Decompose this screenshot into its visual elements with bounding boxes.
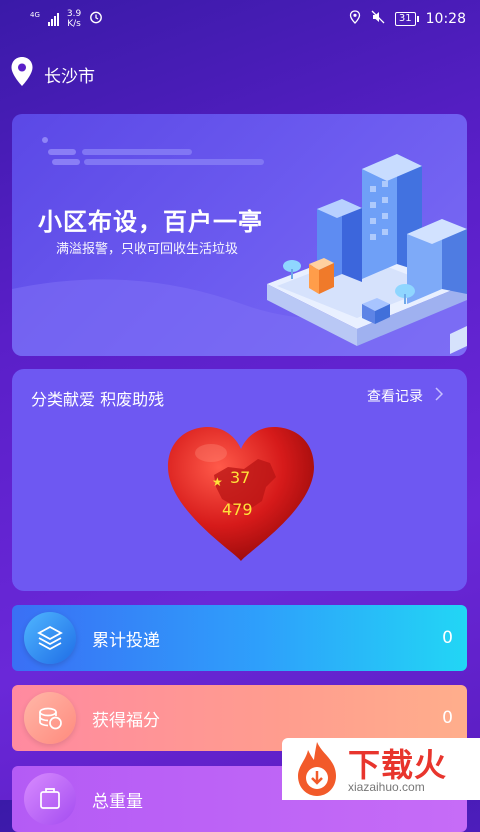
donation-title: 分类献爱 积废助残 <box>31 390 165 409</box>
svg-text:★: ★ <box>212 475 223 489</box>
heart-icon: ★ <box>168 427 314 561</box>
location-selector[interactable]: 长沙市 <box>10 56 95 92</box>
location-status-icon <box>349 10 361 28</box>
chevron-right-icon <box>435 387 444 405</box>
stat-value: 0 <box>442 628 453 648</box>
donation-card: 分类献爱 积废助残 查看记录 ★ 37 479 <box>12 369 467 591</box>
clock-time: 10:28 <box>425 11 466 27</box>
stat-total-deliveries[interactable]: 累计投递 0 <box>12 605 467 671</box>
site-watermark: 下载火 xiazaihuo.com <box>282 738 480 800</box>
flame-logo-icon <box>298 742 336 796</box>
alarm-clock-icon <box>89 10 103 28</box>
banner-title: 小区布设，百户一亭 <box>38 208 263 236</box>
layers-icon <box>24 612 76 664</box>
battery-icon: 31 <box>394 12 419 26</box>
stat-label: 获得福分 <box>92 710 160 731</box>
network-type: 4G <box>30 10 40 19</box>
scale-icon <box>24 773 76 825</box>
coins-icon <box>24 692 76 744</box>
heart-count-top: 37 <box>230 468 251 487</box>
charity-heart[interactable]: ★ 37 479 <box>166 425 316 565</box>
city-name: 长沙市 <box>44 66 95 87</box>
watermark-url: xiazaihuo.com <box>348 780 425 794</box>
mute-icon <box>371 10 385 28</box>
promo-banner[interactable]: 小区布设，百户一亭 满溢报警，只收可回收生活垃圾 <box>12 114 467 356</box>
banner-subtitle: 满溢报警，只收可回收生活垃圾 <box>56 242 239 257</box>
status-bar: 4G 3.9 K/s 31 10:28 <box>0 0 480 38</box>
view-records-label: 查看记录 <box>367 389 423 405</box>
stat-value: 0 <box>442 708 453 728</box>
heart-count-bottom: 479 <box>222 500 253 519</box>
view-records-link[interactable]: 查看记录 <box>367 386 444 406</box>
stat-label: 累计投递 <box>92 630 160 651</box>
location-pin-icon <box>10 56 34 92</box>
signal-icon <box>47 12 59 26</box>
network-speed: 3.9 K/s <box>66 9 82 29</box>
